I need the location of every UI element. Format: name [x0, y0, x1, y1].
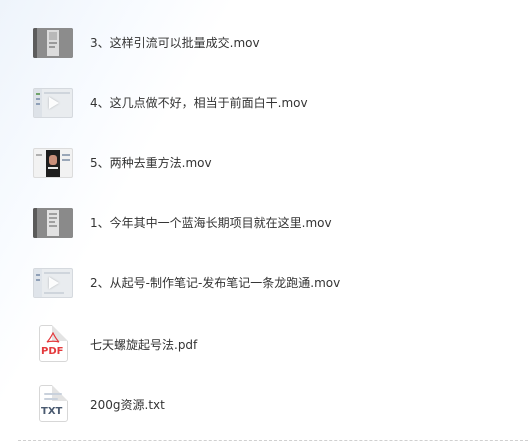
video-thumbnail-icon: [33, 148, 73, 178]
video-thumbnail-icon: [33, 28, 73, 58]
video-thumbnail-icon: [33, 208, 73, 238]
file-name: 七天螺旋起号法.pdf: [90, 338, 198, 352]
txt-badge: TXT: [41, 406, 63, 417]
txt-file-icon: TXT: [39, 385, 68, 422]
file-row[interactable]: 1、今年其中一个蓝海长期项目就在这里.mov: [30, 203, 510, 243]
file-name: 2、从起号-制作笔记-发布笔记一条龙跑通.mov: [90, 276, 341, 290]
video-thumbnail-icon: [33, 268, 73, 298]
divider: [18, 440, 528, 441]
file-list: 3、这样引流可以批量成交.mov 4、这几点做不好，相当于前面白干.mov 5、…: [0, 0, 529, 444]
file-name: 1、今年其中一个蓝海长期项目就在这里.mov: [90, 216, 332, 230]
file-row[interactable]: 4、这几点做不好，相当于前面白干.mov: [30, 83, 510, 123]
play-icon: [49, 97, 59, 109]
pdf-file-icon: PDF: [39, 325, 68, 362]
text-lines-icon: [44, 393, 62, 403]
file-name: 4、这几点做不好，相当于前面白干.mov: [90, 96, 308, 110]
file-name: 5、两种去重方法.mov: [90, 156, 212, 170]
pdf-badge: PDF: [41, 346, 64, 357]
file-name: 200g资源.txt: [90, 398, 165, 412]
play-icon: [49, 277, 59, 289]
file-row[interactable]: TXT 200g资源.txt: [30, 383, 510, 427]
file-row[interactable]: 5、两种去重方法.mov: [30, 143, 510, 183]
file-row[interactable]: PDF 七天螺旋起号法.pdf: [30, 323, 510, 367]
video-thumbnail-icon: [33, 88, 73, 118]
pdf-logo-icon: [46, 332, 60, 343]
file-row[interactable]: 3、这样引流可以批量成交.mov: [30, 23, 510, 63]
file-row[interactable]: 2、从起号-制作笔记-发布笔记一条龙跑通.mov: [30, 263, 510, 303]
file-name: 3、这样引流可以批量成交.mov: [90, 36, 260, 50]
